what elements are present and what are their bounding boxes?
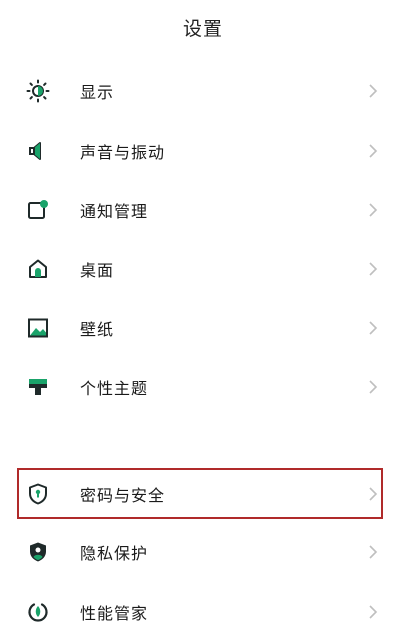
settings-item-wallpaper[interactable]: 壁纸	[0, 300, 406, 356]
settings-item-themes[interactable]: 个性主题	[0, 359, 406, 415]
settings-item-display[interactable]: 显示	[0, 63, 406, 119]
settings-item-label: 性能管家	[80, 604, 149, 623]
home-icon	[26, 257, 50, 281]
settings-item-sound[interactable]: 声音与振动	[0, 123, 406, 179]
settings-item-label: 通知管理	[80, 202, 149, 221]
chevron-right-icon	[369, 321, 378, 335]
chevron-right-icon	[369, 144, 378, 158]
chevron-right-icon	[369, 380, 378, 394]
performance-icon	[26, 600, 50, 624]
chevron-right-icon	[369, 545, 378, 559]
notification-icon	[26, 198, 50, 222]
settings-item-notifications[interactable]: 通知管理	[0, 182, 406, 238]
chevron-right-icon	[369, 605, 378, 619]
page-title: 设置	[182, 18, 223, 40]
settings-screen: 设置 显示 声音与振动 通知管理 桌面 壁纸 个性主题 密码与安全 隐私保护 性…	[0, 0, 406, 641]
chevron-right-icon	[369, 84, 378, 98]
speaker-icon	[26, 139, 50, 163]
settings-item-desktop[interactable]: 桌面	[0, 241, 406, 297]
settings-item-label: 显示	[80, 83, 115, 102]
settings-item-label: 隐私保护	[80, 544, 149, 563]
selection-highlight-box	[17, 468, 383, 519]
chevron-right-icon	[369, 262, 378, 276]
wallpaper-icon	[26, 316, 50, 340]
theme-icon	[26, 375, 50, 399]
privacy-icon	[26, 540, 50, 564]
settings-item-label: 声音与振动	[80, 143, 166, 162]
brightness-icon	[26, 79, 50, 103]
settings-item-label: 壁纸	[80, 320, 115, 339]
settings-item-privacy[interactable]: 隐私保护	[0, 524, 406, 580]
chevron-right-icon	[369, 203, 378, 217]
settings-item-performance[interactable]: 性能管家	[0, 584, 406, 640]
settings-item-label: 桌面	[80, 261, 115, 280]
settings-item-label: 个性主题	[80, 379, 149, 398]
